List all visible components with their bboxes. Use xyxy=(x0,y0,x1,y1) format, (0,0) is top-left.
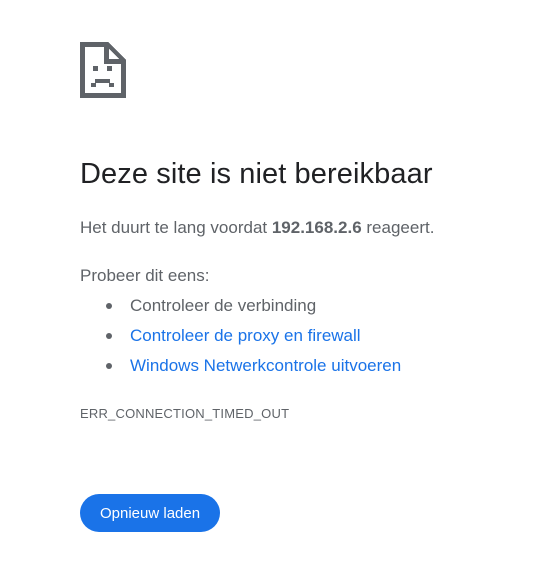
description-prefix: Het duurt te lang voordat xyxy=(80,218,272,237)
list-item: Windows Netwerkcontrole uitvoeren xyxy=(102,355,401,385)
check-proxy-firewall-link[interactable]: Controleer de proxy en firewall xyxy=(130,326,361,345)
error-code: ERR_CONNECTION_TIMED_OUT xyxy=(80,406,290,421)
error-description: Het duurt te lang voordat 192.168.2.6 re… xyxy=(80,217,434,239)
page-title: Deze site is niet bereikbaar xyxy=(80,158,433,190)
sad-page-icon xyxy=(80,42,126,98)
description-suffix: reageert. xyxy=(361,218,435,237)
reload-button[interactable]: Opnieuw laden xyxy=(80,494,221,532)
bullet-icon xyxy=(106,303,112,309)
bullet-icon xyxy=(106,333,112,339)
list-item: Controleer de proxy en firewall xyxy=(102,325,401,355)
suggestion-check-connection: Controleer de verbinding xyxy=(130,296,317,315)
bullet-icon xyxy=(106,363,112,369)
suggestions-heading: Probeer dit eens: xyxy=(80,266,210,285)
network-diagnostics-link[interactable]: Windows Netwerkcontrole uitvoeren xyxy=(130,356,401,375)
host-address: 192.168.2.6 xyxy=(271,218,362,237)
list-item: Controleer de verbinding xyxy=(102,295,401,325)
suggestions-list: Controleer de verbinding Controleer de p… xyxy=(102,295,401,385)
